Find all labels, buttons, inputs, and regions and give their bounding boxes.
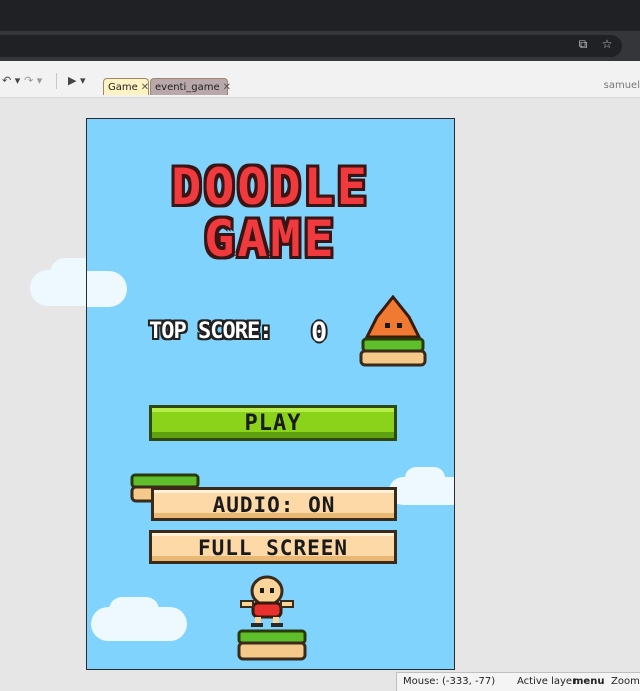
doodle-character [237, 575, 307, 661]
zoom-label: Zoom: [611, 676, 640, 687]
redo-icon[interactable]: ↷ ▾ [24, 75, 42, 87]
monster-sprite [359, 295, 427, 367]
user-name: samuel [603, 80, 640, 91]
status-bar: Mouse: (-333, -77) Active layer: menu Zo… [396, 672, 640, 691]
game-title-line1: DOODLE [171, 158, 370, 216]
mouse-coordinates: Mouse: (-333, -77) [403, 676, 496, 687]
cloud [405, 467, 445, 489]
tab-label: eventi_game [155, 82, 220, 93]
active-layer-label: Active layer: [517, 676, 580, 687]
star-icon[interactable]: ☆ [600, 37, 614, 51]
game-canvas[interactable]: DOODLE GAME TOP SCORE: 0 PLAY AUDIO: ON … [86, 118, 455, 670]
cloud [109, 597, 159, 623]
tab-label: Game [108, 82, 138, 93]
game-title-line2: GAME [204, 210, 337, 268]
tab-eventi-game[interactable]: eventi_game ✕ [150, 78, 231, 95]
close-icon[interactable]: ✕ [141, 82, 149, 93]
editor-toolbar: ↶ ▾ ↷ ▾ ▶ ▾ [0, 61, 640, 98]
open-in-new-icon[interactable]: ⧉ [576, 37, 590, 51]
undo-icon[interactable]: ↶ ▾ [2, 75, 20, 87]
address-field[interactable] [0, 35, 622, 57]
top-score-label: TOP SCORE: [149, 319, 272, 344]
toolbar-divider [56, 73, 57, 89]
cloud [87, 271, 127, 307]
browser-addressbar: ⧉ ☆ [0, 31, 640, 61]
fullscreen-button[interactable]: FULL SCREEN [149, 530, 397, 564]
active-layer-value: menu [573, 676, 605, 687]
play-button[interactable]: PLAY [149, 405, 397, 441]
close-icon[interactable]: ✕ [223, 82, 231, 93]
browser-titlebar [0, 0, 640, 31]
tab-game[interactable]: Game ✕ [103, 78, 149, 95]
audio-toggle-button[interactable]: AUDIO: ON [151, 487, 397, 521]
top-score-value: 0 [311, 317, 328, 348]
play-icon[interactable]: ▶ ▾ [68, 75, 85, 87]
